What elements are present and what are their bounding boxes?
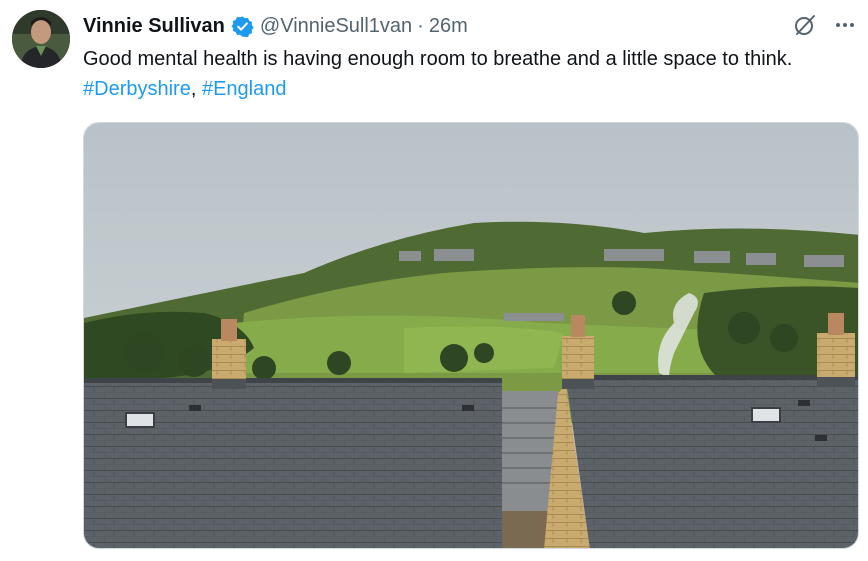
hashtag-england[interactable]: #England bbox=[202, 78, 287, 100]
verified-badge-icon bbox=[231, 15, 254, 38]
avatar[interactable] bbox=[12, 10, 70, 68]
tweet-text: Good mental health is having enough room… bbox=[83, 44, 858, 104]
tweet-text-body: Good mental health is having enough room… bbox=[83, 48, 793, 70]
separator-dot: · bbox=[417, 14, 424, 37]
tweet-photo[interactable] bbox=[83, 122, 859, 549]
more-options-icon[interactable] bbox=[832, 12, 858, 38]
landscape-photo bbox=[84, 123, 858, 548]
timestamp[interactable]: 26m bbox=[429, 15, 468, 38]
tweet-header: Vinnie Sullivan @VinnieSull1van · 26m bbox=[83, 11, 468, 41]
hashtag-separator: , bbox=[190, 78, 202, 100]
author-handle[interactable]: @VinnieSull1van bbox=[260, 15, 412, 38]
grok-icon[interactable] bbox=[792, 12, 818, 38]
header-actions bbox=[792, 12, 858, 38]
author-name[interactable]: Vinnie Sullivan bbox=[83, 15, 225, 38]
hashtag-derbyshire[interactable]: #Derbyshire bbox=[83, 78, 191, 100]
avatar-image bbox=[12, 10, 70, 68]
